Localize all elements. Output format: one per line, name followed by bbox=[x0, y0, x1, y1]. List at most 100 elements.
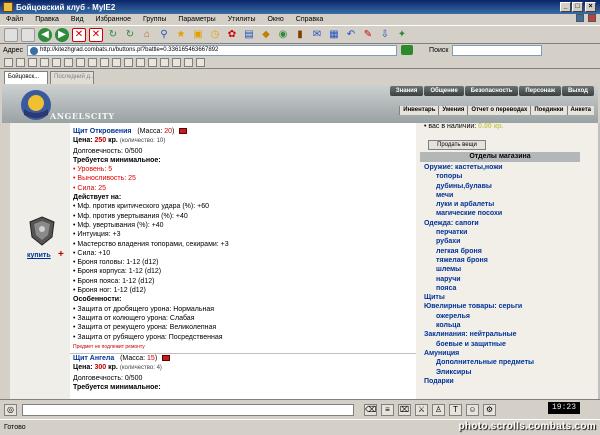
nav-security[interactable]: Безопасность bbox=[464, 86, 519, 96]
chat-input[interactable] bbox=[22, 404, 354, 416]
department-link[interactable]: мечи bbox=[424, 191, 594, 200]
department-link[interactable]: ожерелья bbox=[424, 312, 594, 321]
eraser-icon[interactable]: ⌫ bbox=[364, 404, 377, 416]
zoom-icon[interactable] bbox=[136, 58, 145, 67]
nav-exit[interactable]: Выход bbox=[561, 86, 594, 96]
print-icon[interactable]: ▦ bbox=[327, 28, 341, 42]
minimize-button[interactable]: _ bbox=[560, 2, 571, 12]
department-link[interactable]: рубахи bbox=[424, 237, 594, 246]
source-icon[interactable] bbox=[196, 58, 205, 67]
nav-knowledge[interactable]: Знания bbox=[389, 86, 424, 96]
menu-file[interactable]: Файл bbox=[6, 16, 23, 23]
favorites-icon[interactable]: ★ bbox=[174, 28, 188, 42]
department-link[interactable]: Дополнительные предметы bbox=[424, 358, 594, 367]
video-icon[interactable] bbox=[76, 58, 85, 67]
tab-last[interactable]: Последний д... bbox=[50, 71, 94, 84]
buy-link[interactable]: купить bbox=[27, 252, 51, 259]
department-link[interactable]: шлемы bbox=[424, 265, 594, 274]
smile-icon[interactable]: ☺ bbox=[466, 404, 479, 416]
check-icon[interactable] bbox=[124, 58, 133, 67]
address-input[interactable]: http://kitezhgrad.combats.ru/buttons.pl?… bbox=[27, 44, 398, 56]
buy-plus-icon[interactable]: + bbox=[58, 249, 64, 260]
department-link[interactable]: легкая броня bbox=[424, 247, 594, 256]
stop-icon[interactable]: ✕ bbox=[72, 27, 86, 42]
ad-filter-icon[interactable]: ✿ bbox=[225, 28, 239, 42]
clean-icon[interactable]: ✎ bbox=[361, 28, 375, 42]
department-link[interactable]: Ювелирные товары: серьги bbox=[424, 302, 594, 311]
department-link[interactable]: Одежда: сапоги bbox=[424, 219, 594, 228]
save-icon[interactable] bbox=[4, 58, 13, 67]
proxy-icon[interactable] bbox=[148, 58, 157, 67]
department-link[interactable]: перчатки bbox=[424, 228, 594, 237]
department-link[interactable]: Заклинания: нейтральные bbox=[424, 330, 594, 339]
clear-icon[interactable]: ⌧ bbox=[398, 404, 411, 416]
mail-icon[interactable]: ✉ bbox=[310, 28, 324, 42]
activex-icon[interactable] bbox=[100, 58, 109, 67]
window-list-icon[interactable] bbox=[576, 14, 584, 22]
popup-block-icon[interactable]: ◆ bbox=[259, 28, 273, 42]
sell-items-button[interactable]: Продать вещи bbox=[428, 140, 486, 150]
department-link[interactable]: Оружие: кастеты,ножи bbox=[424, 163, 594, 172]
go-button[interactable] bbox=[401, 45, 414, 55]
close-button[interactable]: × bbox=[585, 2, 596, 12]
stop-all-icon[interactable]: ✕ bbox=[89, 27, 103, 42]
menu-tools[interactable]: Утилиты bbox=[228, 16, 256, 23]
download-icon[interactable]: ⇩ bbox=[378, 28, 392, 42]
subnav-profile[interactable]: Анкета bbox=[566, 106, 595, 115]
fullscreen-icon[interactable] bbox=[184, 58, 193, 67]
back-icon[interactable]: ◀ bbox=[38, 27, 52, 42]
sound-icon[interactable] bbox=[64, 58, 73, 67]
department-link[interactable]: дубины,булавы bbox=[424, 182, 594, 191]
tab-fight-club[interactable]: Бойцовск... bbox=[4, 71, 48, 84]
subnav-skills[interactable]: Умения bbox=[438, 106, 467, 115]
department-link[interactable]: наручи bbox=[424, 275, 594, 284]
department-link[interactable]: луки и арбалеты bbox=[424, 200, 594, 209]
web-icon[interactable]: ◉ bbox=[276, 28, 290, 42]
department-link[interactable]: магические посохи bbox=[424, 209, 594, 218]
plugin-icon[interactable]: ✦ bbox=[395, 28, 409, 42]
department-link[interactable]: Подарки bbox=[424, 377, 594, 386]
menu-edit[interactable]: Правка bbox=[35, 16, 59, 23]
bookmark-icon[interactable]: ▮ bbox=[293, 28, 307, 42]
window-icon[interactable] bbox=[16, 58, 25, 67]
encoding-icon[interactable] bbox=[160, 58, 169, 67]
item-name[interactable]: Щит Откровения bbox=[73, 128, 131, 135]
menu-favorites[interactable]: Избранное bbox=[96, 16, 131, 23]
menu-window[interactable]: Окно bbox=[267, 16, 283, 23]
groups-icon[interactable]: ▣ bbox=[191, 28, 205, 42]
collector-icon[interactable]: ▤ bbox=[242, 28, 256, 42]
translate-icon[interactable]: T bbox=[449, 404, 462, 416]
history-icon[interactable]: ◷ bbox=[208, 28, 222, 42]
maximize-button[interactable]: □ bbox=[572, 2, 583, 12]
walk-icon[interactable]: ♙ bbox=[432, 404, 445, 416]
tile-icon[interactable] bbox=[28, 58, 37, 67]
close-tab-icon[interactable] bbox=[588, 14, 596, 22]
item-name[interactable]: Щит Ангела bbox=[73, 355, 114, 362]
department-link[interactable]: топоры bbox=[424, 172, 594, 181]
refresh-icon[interactable]: ↻ bbox=[106, 28, 120, 42]
subnav-inventory[interactable]: Инвентарь bbox=[399, 106, 438, 115]
refresh-all-icon[interactable]: ↻ bbox=[123, 28, 137, 42]
menu-options[interactable]: Параметры bbox=[178, 16, 215, 23]
fight-icon[interactable]: ⚔ bbox=[415, 404, 428, 416]
department-link[interactable]: Амуниция bbox=[424, 349, 594, 358]
department-link[interactable]: боевые и защитные bbox=[424, 340, 594, 349]
department-link[interactable]: пояса bbox=[424, 284, 594, 293]
subnav-battles[interactable]: Поединки bbox=[530, 106, 566, 115]
image-icon[interactable] bbox=[52, 58, 61, 67]
menu-groups[interactable]: Группы bbox=[143, 16, 166, 23]
filter-icon[interactable]: ≡ bbox=[381, 404, 394, 416]
department-link[interactable]: Эликсиры bbox=[424, 368, 594, 377]
cascade-icon[interactable] bbox=[40, 58, 49, 67]
search-icon[interactable]: ⚲ bbox=[157, 28, 171, 42]
settings-icon[interactable]: ⚙ bbox=[483, 404, 496, 416]
undo-icon[interactable]: ↶ bbox=[344, 28, 358, 42]
nav-character[interactable]: Персонаж bbox=[519, 86, 561, 96]
home-icon[interactable]: ⌂ bbox=[140, 28, 154, 42]
new-window-icon[interactable] bbox=[4, 27, 18, 42]
java-icon[interactable] bbox=[112, 58, 121, 67]
chat-menu-icon[interactable]: ◎ bbox=[4, 404, 17, 416]
search-input[interactable] bbox=[452, 44, 543, 56]
subnav-transfers[interactable]: Отчет о переводах bbox=[467, 106, 530, 115]
department-link[interactable]: тяжелая броня bbox=[424, 256, 594, 265]
